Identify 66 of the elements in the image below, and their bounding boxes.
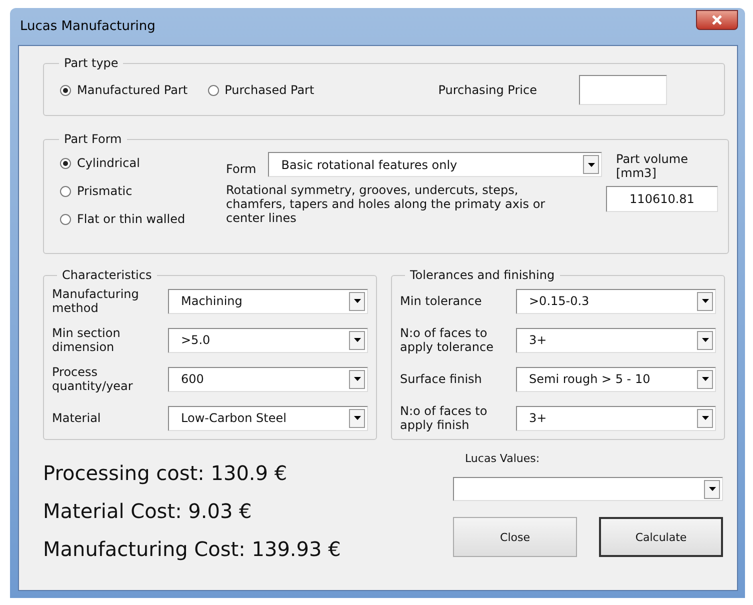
caret-icon xyxy=(702,338,708,342)
group-title: Part type xyxy=(63,56,120,70)
combo-box[interactable]: Low-Carbon Steel xyxy=(168,406,368,430)
caret-icon xyxy=(354,377,360,381)
dropdown-button[interactable] xyxy=(349,292,365,310)
combo-box[interactable]: 3+ xyxy=(516,328,716,352)
combo-box[interactable]: >5.0 xyxy=(168,328,368,352)
radio-button[interactable] xyxy=(208,84,219,96)
combo-box[interactable]: Semi rough > 5 - 10 xyxy=(516,366,716,392)
caret-icon xyxy=(708,487,716,491)
caret-icon xyxy=(354,338,360,342)
caret-icon xyxy=(354,299,360,303)
price-field[interactable] xyxy=(578,75,667,105)
dropdown-button[interactable] xyxy=(697,292,713,310)
dropdown-button[interactable] xyxy=(704,480,720,498)
field-label: Purchasing Price xyxy=(438,83,537,97)
cost-text: Processing cost: 130.9 € xyxy=(43,460,288,486)
field-label: Surface finish xyxy=(400,372,483,386)
caret-icon xyxy=(354,416,360,420)
volume-field[interactable]: 110610.81 xyxy=(606,186,718,212)
dropdown-button[interactable] xyxy=(697,408,713,428)
field-label: Manufacturing method xyxy=(52,287,140,315)
caret-icon xyxy=(702,299,708,303)
field-label: Min section dimension xyxy=(52,326,122,354)
description-text: Rotational symmetry, grooves, undercuts, steps, chamfers, tapers and holes along the primaty axis or center lines xyxy=(226,183,546,225)
cost-text: Manufacturing Cost: 139.93 € xyxy=(43,536,342,562)
dropdown-button[interactable] xyxy=(583,155,599,174)
caret-icon xyxy=(702,416,708,420)
radio-button[interactable] xyxy=(60,186,71,196)
group-title: Tolerances and finishing xyxy=(409,268,556,282)
radio-option[interactable]: Flat or thin walled xyxy=(54,212,212,226)
radio-option[interactable]: Purchased Part xyxy=(202,83,314,97)
window-title: Lucas Manufacturing xyxy=(19,19,156,34)
radio-option[interactable]: Cylindrical xyxy=(54,156,212,170)
dropdown-button[interactable] xyxy=(349,370,365,388)
group-title: Characteristics xyxy=(61,268,153,282)
combo-box[interactable]: 600 xyxy=(168,366,368,392)
dropdown-button[interactable] xyxy=(349,408,365,428)
field-label: N:o of faces to apply tolerance xyxy=(400,326,494,354)
radio-option[interactable]: Manufactured Part xyxy=(54,83,188,97)
field-label: Material xyxy=(52,411,102,425)
radio-button[interactable] xyxy=(60,84,71,96)
field-label: Part volume [mm3] xyxy=(615,152,689,180)
combo-box[interactable]: Machining xyxy=(168,288,368,314)
combo-box[interactable]: Basic rotational features only xyxy=(268,152,602,177)
close-button[interactable] xyxy=(696,10,738,30)
dropdown-button[interactable] xyxy=(697,370,713,388)
field-label: Min tolerance xyxy=(400,294,483,308)
caret-icon xyxy=(702,377,708,381)
cost-text: Material Cost: 9.03 € xyxy=(43,498,253,524)
field-label: Form xyxy=(226,160,256,176)
combo-box[interactable]: 3+ xyxy=(516,406,716,430)
field-label: Lucas Values: xyxy=(464,452,541,465)
combo-box[interactable]: >0.15-0.3 xyxy=(516,288,716,314)
close-icon xyxy=(711,14,723,24)
radio-option[interactable]: Prismatic xyxy=(54,184,212,198)
radio-button[interactable] xyxy=(60,214,71,224)
close-dialog-button[interactable]: Close xyxy=(453,517,577,557)
field-label: N:o of faces to apply finish xyxy=(400,404,488,432)
radio-button[interactable] xyxy=(60,158,71,168)
caret-icon xyxy=(588,162,594,166)
group-title: Part Form xyxy=(63,132,123,146)
dropdown-button[interactable] xyxy=(349,330,365,350)
dropdown-button[interactable] xyxy=(697,330,713,350)
calculate-button[interactable]: Calculate xyxy=(599,517,723,557)
field-label: Process quantity/year xyxy=(52,365,134,393)
